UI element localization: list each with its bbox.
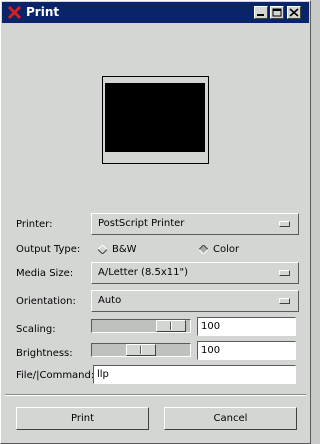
printer-label: Printer: <box>16 219 53 230</box>
media-size-value: A/Letter (8.5x11") <box>98 267 188 278</box>
title-bar[interactable]: Print <box>2 2 309 23</box>
print-dialog: Print Printer: PostScript Printer Output… <box>0 0 311 444</box>
page-preview <box>105 83 205 152</box>
orientation-value: Auto <box>98 295 122 306</box>
scaling-value: 100 <box>201 321 221 332</box>
option-menu-indicator-icon <box>279 298 290 304</box>
scaling-label: Scaling: <box>16 324 56 335</box>
print-button[interactable]: Print <box>16 407 149 430</box>
scaling-input[interactable]: 100 <box>197 317 296 336</box>
maximize-button[interactable] <box>270 6 284 19</box>
radio-diamond-icon <box>98 245 107 254</box>
maximize-icon <box>272 8 282 17</box>
file-command-input[interactable]: llp <box>93 365 296 384</box>
minimize-button[interactable] <box>254 6 268 19</box>
scaling-slider[interactable] <box>91 319 191 333</box>
brightness-value: 100 <box>201 345 221 356</box>
x-close-icon[interactable] <box>7 5 22 20</box>
separator-highlight <box>5 395 306 396</box>
brightness-slider[interactable] <box>91 343 191 357</box>
brightness-label: Brightness: <box>16 348 73 359</box>
minimize-icon <box>257 14 264 16</box>
cancel-button[interactable]: Cancel <box>164 407 297 430</box>
orientation-select[interactable]: Auto <box>91 290 299 312</box>
scaling-slider-thumb[interactable] <box>156 320 186 332</box>
orientation-label: Orientation: <box>16 296 76 307</box>
close-icon <box>289 8 299 17</box>
brightness-slider-thumb[interactable] <box>126 344 156 356</box>
brightness-input[interactable]: 100 <box>197 341 296 360</box>
printer-select[interactable]: PostScript Printer <box>91 213 299 235</box>
window-title: Print <box>26 5 60 19</box>
radio-color-label: Color <box>213 244 240 255</box>
output-type-label: Output Type: <box>16 244 81 255</box>
radio-bw-label: B&W <box>112 244 137 255</box>
file-command-value: llp <box>97 369 109 380</box>
close-button[interactable] <box>287 6 301 19</box>
media-size-select[interactable]: A/Letter (8.5x11") <box>91 262 299 284</box>
file-command-label: File/|Command: <box>16 370 95 381</box>
radio-diamond-selected-icon <box>199 245 208 254</box>
option-menu-indicator-icon <box>279 270 290 276</box>
option-menu-indicator-icon <box>279 221 290 227</box>
media-size-label: Media Size: <box>16 268 74 279</box>
printer-value: PostScript Printer <box>98 218 185 229</box>
